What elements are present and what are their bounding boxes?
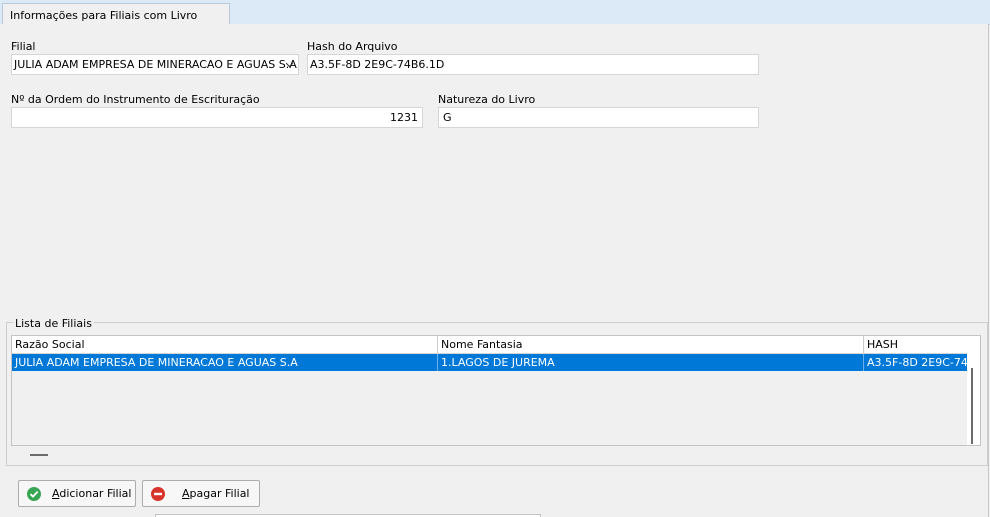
cell-razao-social: JULIA ADAM EMPRESA DE MINERACAO E AGUAS … (12, 354, 438, 371)
lista-filiais-title: Lista de Filiais (13, 317, 94, 330)
add-filial-button[interactable]: Adicionar Filial (18, 480, 136, 507)
cell-nome-fantasia: 1.LAGOS DE JUREMA (438, 354, 864, 371)
ordem-label: Nº da Ordem do Instrumento de Escrituraç… (11, 93, 260, 106)
add-filial-label: Adicionar Filial (52, 487, 132, 500)
hash-arquivo-field[interactable]: A3.5F-8D 2E9C-74B6.1D (307, 54, 759, 75)
delete-filial-label: Apagar Filial (182, 487, 250, 500)
column-header-hash[interactable]: HASH (864, 336, 968, 353)
natureza-label: Natureza do Livro (438, 93, 536, 106)
vertical-scroll-thumb[interactable] (971, 368, 973, 444)
vertical-scrollbar[interactable] (967, 353, 980, 445)
tab-filiais-livro-auxiliar[interactable]: Informações para Filiais com Livro Auxil… (2, 3, 230, 35)
cell-hash: A3.5F-8D 2E9C-74B6.1D (867, 356, 967, 369)
tab-strip: Informações para Filiais com Livro Auxil… (0, 0, 990, 35)
ordem-field[interactable]: 1231 (11, 107, 423, 128)
filiais-grid[interactable]: Razão Social Nome Fantasia HASH JULIA AD… (11, 335, 981, 446)
column-header-razao-social[interactable]: Razão Social (12, 336, 438, 353)
table-row[interactable]: JULIA ADAM EMPRESA DE MINERACAO E AGUAS … (12, 354, 967, 371)
grid-header: Razão Social Nome Fantasia HASH (12, 336, 980, 354)
minus-circle-icon (151, 487, 165, 501)
check-circle-icon (27, 487, 41, 501)
natureza-field[interactable]: G (438, 107, 759, 128)
chevron-down-icon (286, 62, 293, 68)
filial-select-value: JULIA ADAM EMPRESA DE MINERACAO E AGUAS … (14, 58, 297, 71)
hash-arquivo-label: Hash do Arquivo (307, 40, 398, 53)
filial-select[interactable]: JULIA ADAM EMPRESA DE MINERACAO E AGUAS … (11, 54, 299, 75)
delete-filial-button[interactable]: Apagar Filial (142, 480, 260, 507)
filial-label: Filial (11, 40, 36, 53)
column-header-nome-fantasia[interactable]: Nome Fantasia (438, 336, 864, 353)
horizontal-scroll-thumb[interactable] (30, 454, 48, 456)
